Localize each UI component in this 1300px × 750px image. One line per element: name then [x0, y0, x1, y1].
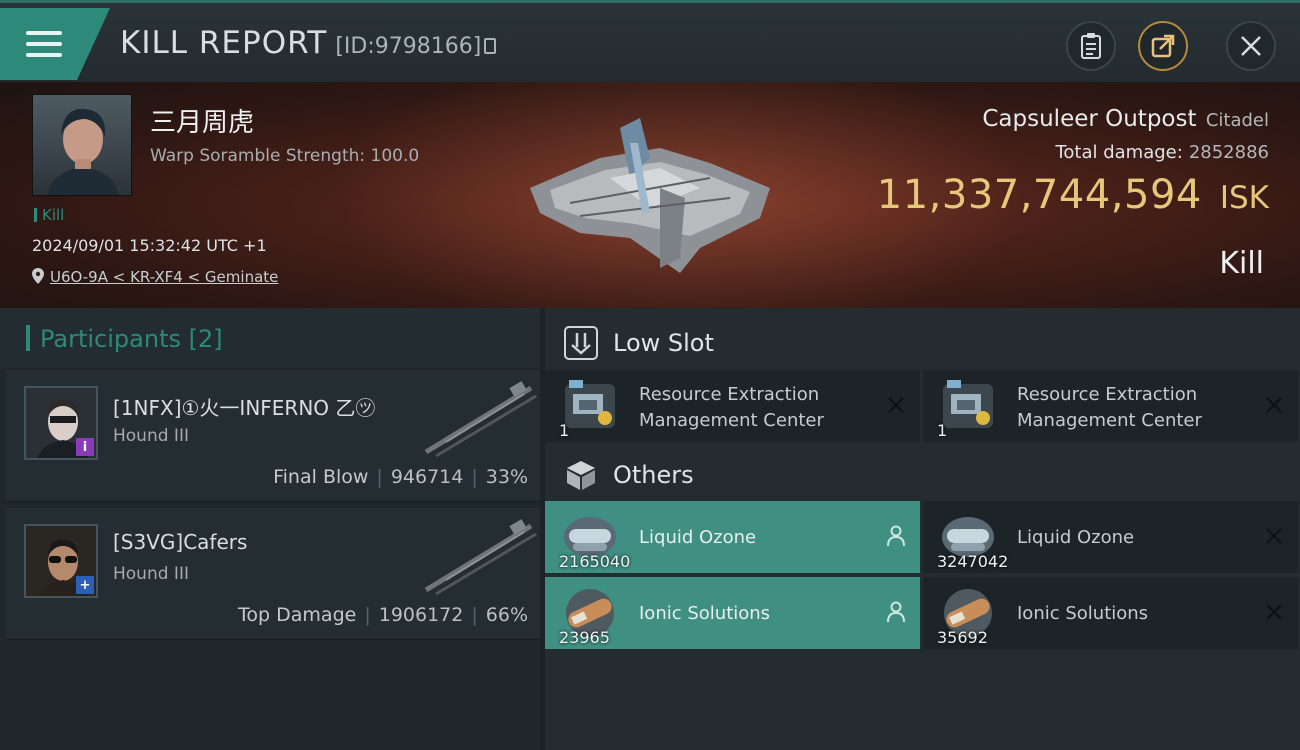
location-text: U6O-9A < KR-XF4 < Geminate: [50, 268, 279, 286]
others-title: Others: [613, 461, 694, 489]
kill-report-header: KILL REPORT [ID:9798166]: [0, 0, 1300, 82]
kill-datetime: 2024/09/01 15:32:42 UTC +1: [32, 236, 267, 255]
participants-panel: Participants [2] i [1NFX]①火一INFERNO 乙㋡ H…: [0, 308, 540, 750]
module-name: Resource Extraction Management Center: [1017, 384, 1202, 431]
cargo-name: Liquid Ozone: [1017, 527, 1135, 548]
share-icon: [1151, 34, 1175, 58]
participant-card[interactable]: + [S3VG]Cafers Hound III Top Damage | 1906…: [6, 508, 540, 640]
isk-unit: ISK: [1219, 180, 1269, 216]
remove-icon[interactable]: [1264, 602, 1284, 622]
participant-badge: i: [76, 438, 94, 456]
target-type: Citadel: [1205, 110, 1269, 131]
participant-badge: +: [76, 576, 94, 594]
warp-scramble-strength: Warp Soramble Strength: 100.0: [150, 146, 420, 166]
module-item[interactable]: 1 Resource Extraction Management Center: [923, 370, 1298, 442]
cargo-name: Ionic Solutions: [1017, 603, 1149, 624]
pilot-icon: [887, 601, 905, 623]
isk-value-row: 11,337,744,594 ISK: [877, 172, 1269, 218]
cargo-item[interactable]: 2165040 Liquid Ozone: [545, 501, 920, 573]
page-title: KILL REPORT [ID:9798166]: [120, 25, 497, 61]
participant-avatar[interactable]: +: [24, 524, 98, 598]
weapon-image: [424, 519, 537, 596]
total-damage-label: Total damage:: [1055, 142, 1183, 163]
participant-ship: Hound III: [113, 564, 189, 584]
close-icon: [1241, 36, 1261, 56]
notes-button[interactable]: [1066, 21, 1116, 71]
cargo-quantity: 23965: [559, 628, 610, 647]
victim-hero: 三月周虎 Warp Soramble Strength: 100.0 Kill …: [0, 82, 1300, 308]
cargo-name: Liquid Ozone: [639, 527, 757, 548]
module-name: Resource Extraction Management Center: [639, 384, 824, 431]
copy-id-icon[interactable]: [484, 38, 497, 54]
cargo-name: Ionic Solutions: [639, 603, 771, 624]
participant-role: Top Damage: [238, 604, 357, 626]
location-pin-icon: [32, 268, 44, 284]
low-slot-title: Low Slot: [613, 329, 714, 357]
participant-name[interactable]: [S3VG]Cafers: [113, 530, 247, 554]
low-slot-header: Low Slot: [545, 314, 1300, 372]
menu-icon: [26, 31, 62, 57]
participant-stats: Final Blow | 946714 | 33%: [273, 466, 528, 488]
remove-icon[interactable]: [1264, 526, 1284, 546]
remove-icon[interactable]: [1264, 395, 1284, 415]
participant-damage: 1906172: [378, 604, 464, 626]
others-header: Others: [545, 446, 1300, 504]
module-item[interactable]: 1 Resource Extraction Management Center: [545, 370, 920, 442]
cargo-item[interactable]: 3247042 Liquid Ozone: [923, 501, 1298, 573]
total-damage: Total damage: 2852886: [1055, 142, 1269, 163]
participant-percent: 66%: [485, 604, 528, 626]
participant-name[interactable]: [1NFX]①火一INFERNO 乙㋡: [113, 392, 375, 421]
target-ship-name: Capsuleer Outpost: [982, 106, 1197, 132]
participant-role: Final Blow: [273, 466, 369, 488]
isk-value: 11,337,744,594: [876, 172, 1202, 218]
participant-percent: 33%: [485, 466, 528, 488]
module-quantity: 1: [559, 421, 570, 440]
participants-title: Participants [2]: [26, 325, 223, 353]
cargo-quantity: 35692: [937, 628, 988, 647]
citadel-image: [530, 118, 770, 273]
participant-avatar[interactable]: i: [24, 386, 98, 460]
participant-stats: Top Damage | 1906172 | 66%: [238, 604, 528, 626]
participant-damage: 946714: [390, 466, 464, 488]
share-button[interactable]: [1138, 21, 1188, 71]
weapon-image: [424, 381, 537, 458]
pilot-icon: [887, 525, 905, 547]
participants-header: Participants [2]: [0, 308, 540, 368]
title-text: KILL REPORT: [120, 25, 328, 61]
clipboard-icon: [1081, 33, 1101, 59]
cargo-item[interactable]: 23965 Ionic Solutions: [545, 577, 920, 649]
cargo-item[interactable]: 35692 Ionic Solutions: [923, 577, 1298, 649]
low-slot-icon: [564, 326, 598, 360]
menu-button[interactable]: [0, 8, 110, 80]
cargo-quantity: 3247042: [937, 552, 1009, 571]
victim-name[interactable]: 三月周虎: [150, 102, 254, 139]
cargo-quantity: 2165040: [559, 552, 631, 571]
close-button[interactable]: [1226, 21, 1276, 71]
cargo-box-icon: [567, 461, 595, 490]
kill-result: Kill: [1219, 246, 1264, 281]
location-link[interactable]: U6O-9A < KR-XF4 < Geminate: [32, 268, 278, 286]
module-quantity: 1: [937, 421, 948, 440]
total-damage-value: 2852886: [1188, 142, 1269, 163]
participant-card[interactable]: i [1NFX]①火一INFERNO 乙㋡ Hound III Final Bl…: [6, 370, 540, 502]
kill-id: [ID:9798166]: [335, 34, 482, 59]
fitting-panel: Low Slot 1 Resource Extraction Managemen…: [545, 308, 1300, 750]
kill-tag: Kill: [34, 206, 64, 224]
target-name[interactable]: Capsuleer Outpost Citadel: [982, 106, 1269, 132]
remove-icon[interactable]: [886, 395, 906, 415]
participant-ship: Hound III: [113, 426, 189, 446]
victim-portrait[interactable]: [32, 94, 132, 196]
